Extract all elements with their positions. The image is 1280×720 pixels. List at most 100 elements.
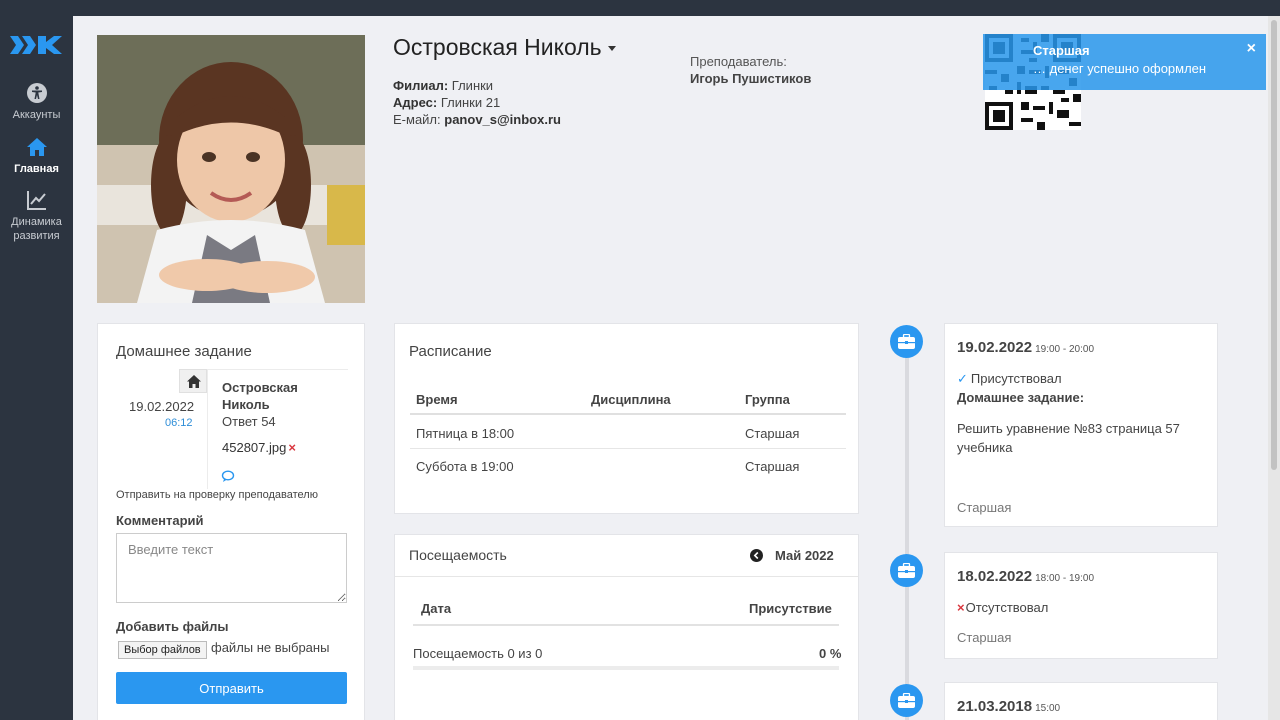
status-text: Присутствовал: [970, 371, 1062, 386]
attachment-link[interactable]: 452807.jpg: [222, 440, 286, 455]
lesson-date: 21.03.2018 15:00: [957, 698, 1060, 715]
check-icon: ✓: [957, 371, 968, 386]
divider: [208, 369, 348, 370]
attendance-month: Май 2022: [775, 548, 834, 563]
table-row: Суббота в 19:00 Старшая: [410, 449, 846, 482]
scrollbar[interactable]: [1268, 16, 1280, 720]
timeline-item: 18.02.2022 18:00 - 19:00 ×Отсутствовал Ст…: [944, 552, 1218, 659]
teacher-label: Преподаватель:: [690, 54, 787, 69]
attendance-status: ×Отсутствовал: [957, 600, 1048, 615]
sidebar-item-label: Главная: [14, 163, 59, 175]
column-header: Группа: [745, 392, 790, 407]
table-row: Пятница в 18:00 Старшая: [410, 416, 846, 449]
table-cell: Пятница в 18:00: [416, 426, 515, 441]
homework-time: 06:12: [165, 417, 193, 429]
no-files-text: файлы не выбраны: [211, 640, 330, 655]
student-photo: [97, 35, 365, 303]
branch-label: Филиал:: [393, 78, 449, 93]
lesson-date: 18.02.2022 18:00 - 19:00: [957, 568, 1094, 585]
homework-attachment: 452807.jpg ×: [222, 440, 296, 455]
attendance-header: Посещаемость Май 2022: [395, 535, 858, 577]
attendance-percent: 0 %: [819, 646, 842, 661]
table-header: Время Дисциплина Группа: [410, 382, 846, 415]
column-header: Присутствие: [749, 601, 832, 616]
lesson-date: 19.02.2022 19:00 - 20:00: [957, 339, 1094, 356]
home-icon: [187, 375, 201, 388]
timeline-item: 21.03.2018 15:00: [944, 682, 1218, 720]
attendance-title: Посещаемость: [409, 547, 507, 563]
sidebar-item-label: Аккаунты: [12, 109, 61, 121]
table-cell: Суббота в 19:00: [416, 459, 514, 474]
home-icon: [26, 138, 47, 156]
teacher-name: Игорь Пушистиков: [690, 71, 812, 86]
table-cell: Старшая: [745, 459, 800, 474]
email-value: panov_s@inbox.ru: [444, 112, 561, 127]
homework-title: Домашнее задание: [116, 343, 252, 360]
schedule-title: Расписание: [409, 343, 492, 360]
briefcase-icon: [890, 325, 923, 358]
homework-card: Домашнее задание 19.02.2022 06:12 Остров…: [97, 323, 365, 720]
homework-home-tab[interactable]: [179, 369, 207, 393]
comment-textarea[interactable]: [116, 533, 347, 603]
lesson-time: 18:00 - 19:00: [1035, 573, 1095, 584]
branch-value: Глинки: [451, 78, 494, 93]
lesson-time: 19:00 - 20:00: [1035, 344, 1095, 355]
group-name: Старшая: [957, 500, 1012, 515]
notification-toast: Старшая … денег успешно оформлен ×: [983, 34, 1266, 90]
toast-title: Старшая: [1033, 43, 1090, 58]
attendance-card: Посещаемость Май 2022 Дата Присутствие П…: [394, 534, 859, 720]
comment-label: Комментарий: [116, 513, 204, 528]
homework-label: Домашнее задание:: [957, 390, 1085, 405]
address-label: Адрес:: [393, 95, 438, 110]
lesson-date-text: 19.02.2022: [957, 339, 1033, 356]
sidebar-item-label: Динамика развития: [11, 216, 62, 242]
column-header: Дата: [421, 601, 452, 616]
timeline-item: 19.02.2022 19:00 - 20:00 ✓ Присутствовал Д…: [944, 323, 1218, 527]
delete-icon[interactable]: ×: [288, 440, 296, 455]
attendance-status: ✓ Присутствовал: [957, 371, 1062, 387]
choose-files-button[interactable]: Выбор файлов: [118, 641, 207, 659]
caret-down-icon: [607, 46, 616, 52]
main-content: Островская Николь Филиал: Глинки Адрес: …: [73, 16, 1268, 720]
homework-student: Островская Николь: [222, 380, 298, 412]
chevron-left-icon[interactable]: [750, 549, 763, 562]
sidebar: Аккаунты Главная Динамика развития: [0, 0, 73, 720]
column-header: Время: [416, 392, 458, 407]
student-name-dropdown[interactable]: Островская Николь: [393, 34, 616, 61]
email-info: E-майл: panov_s@inbox.ru: [393, 112, 561, 127]
scrollbar-thumb[interactable]: [1271, 20, 1277, 470]
divider: [207, 369, 208, 489]
add-files-label: Добавить файлы: [116, 619, 229, 634]
address-info: Адрес: Глинки 21: [393, 95, 500, 110]
send-review-text: Отправить на проверку преподавателю: [116, 489, 318, 501]
email-label: E-майл:: [393, 112, 441, 127]
toast-message: … денег успешно оформлен: [1033, 61, 1207, 76]
divider: [413, 624, 839, 626]
address-value: Глинки 21: [440, 95, 501, 110]
page-title: Островская Николь: [393, 34, 602, 60]
brand-logo[interactable]: [8, 32, 64, 58]
column-header: Дисциплина: [591, 392, 671, 407]
comment-icon[interactable]: [221, 470, 235, 483]
sidebar-item-home[interactable]: Главная: [0, 136, 73, 176]
briefcase-icon: [890, 684, 923, 717]
top-bar: [0, 0, 1280, 16]
timeline-line: [905, 336, 909, 720]
schedule-card: Расписание Время Дисциплина Группа Пятни…: [394, 323, 859, 514]
chart-line-icon: [26, 191, 46, 210]
status-text: Отсутствовал: [965, 600, 1049, 615]
submit-button[interactable]: Отправить: [116, 672, 347, 704]
homework-date: 19.02.2022: [129, 399, 195, 414]
sidebar-item-accounts[interactable]: Аккаунты: [0, 82, 73, 122]
branch-info: Филиал: Глинки: [393, 78, 493, 93]
sidebar-item-development[interactable]: Динамика развития: [0, 189, 73, 243]
briefcase-icon: [890, 554, 923, 587]
close-icon[interactable]: ×: [1247, 40, 1256, 58]
lesson-date-text: 21.03.2018: [957, 698, 1033, 715]
cross-icon: ×: [957, 600, 965, 615]
attendance-summary: Посещаемость 0 из 0: [413, 646, 543, 661]
group-name: Старшая: [957, 630, 1012, 645]
table-cell: Старшая: [745, 426, 800, 441]
accessibility-icon: [26, 83, 47, 103]
attendance-progress: [413, 666, 839, 670]
